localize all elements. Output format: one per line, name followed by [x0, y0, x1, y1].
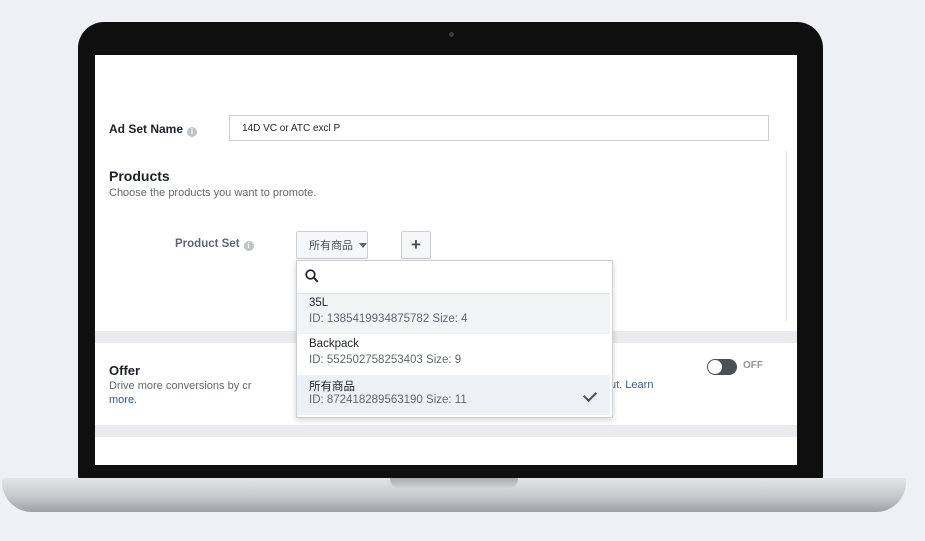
camera-dot — [448, 32, 454, 37]
offer-toggle[interactable] — [707, 359, 737, 375]
offer-description-end: ut. Learn — [610, 379, 654, 391]
product-set-dropdown-button[interactable]: 所有商品 — [296, 231, 368, 259]
product-set-option[interactable]: Backpack ID: 552502758253403 Size: 9 — [297, 335, 610, 375]
section-separator — [95, 425, 797, 437]
option-meta: ID: 872418289563190 Size: 11 — [309, 394, 467, 406]
add-product-set-button[interactable]: + — [401, 231, 431, 259]
option-name: 35L — [309, 297, 329, 309]
product-set-option[interactable]: 35L ID: 1385419934875782 Size: 4 — [297, 294, 610, 334]
toggle-knob — [708, 360, 722, 374]
products-title: Products — [109, 168, 170, 184]
offer-title: Offer — [109, 363, 141, 378]
product-set-menu: 35L ID: 1385419934875782 Size: 4 Backpac… — [296, 260, 613, 418]
laptop-notch — [390, 478, 518, 488]
laptop-base — [2, 478, 906, 512]
section-divider — [786, 151, 787, 321]
option-name: 所有商品 — [309, 381, 355, 393]
product-set-label: Product Set i — [175, 238, 254, 251]
toggle-state-label: OFF — [743, 360, 763, 371]
adset-name-label: Ad Set Name i — [109, 122, 198, 137]
adset-name-input[interactable]: 14D VC or ATC excl P — [229, 115, 769, 141]
screen: Ad Set Name i 14D VC or ATC excl P Produc… — [95, 55, 797, 465]
products-subtitle: Choose the products you want to promote. — [109, 187, 317, 199]
info-icon[interactable]: i — [187, 127, 198, 137]
offer-description: Drive more conversions by cr — [109, 380, 252, 392]
product-set-search-input[interactable] — [297, 261, 610, 294]
option-meta: ID: 552502758253403 Size: 9 — [309, 354, 462, 366]
info-icon[interactable]: i — [243, 241, 254, 251]
check-icon — [582, 387, 598, 403]
caret-down-icon — [359, 243, 367, 248]
learn-more-link[interactable]: Learn — [625, 379, 653, 391]
product-set-option-selected[interactable]: 所有商品 ID: 872418289563190 Size: 11 — [297, 375, 610, 415]
learn-more-link-cont[interactable]: more. — [109, 394, 137, 406]
option-name: Backpack — [309, 338, 359, 350]
search-icon — [305, 269, 319, 283]
adset-name-row: Ad Set Name i 14D VC or ATC excl P — [109, 115, 771, 143]
option-meta: ID: 1385419934875782 Size: 4 — [309, 313, 468, 325]
